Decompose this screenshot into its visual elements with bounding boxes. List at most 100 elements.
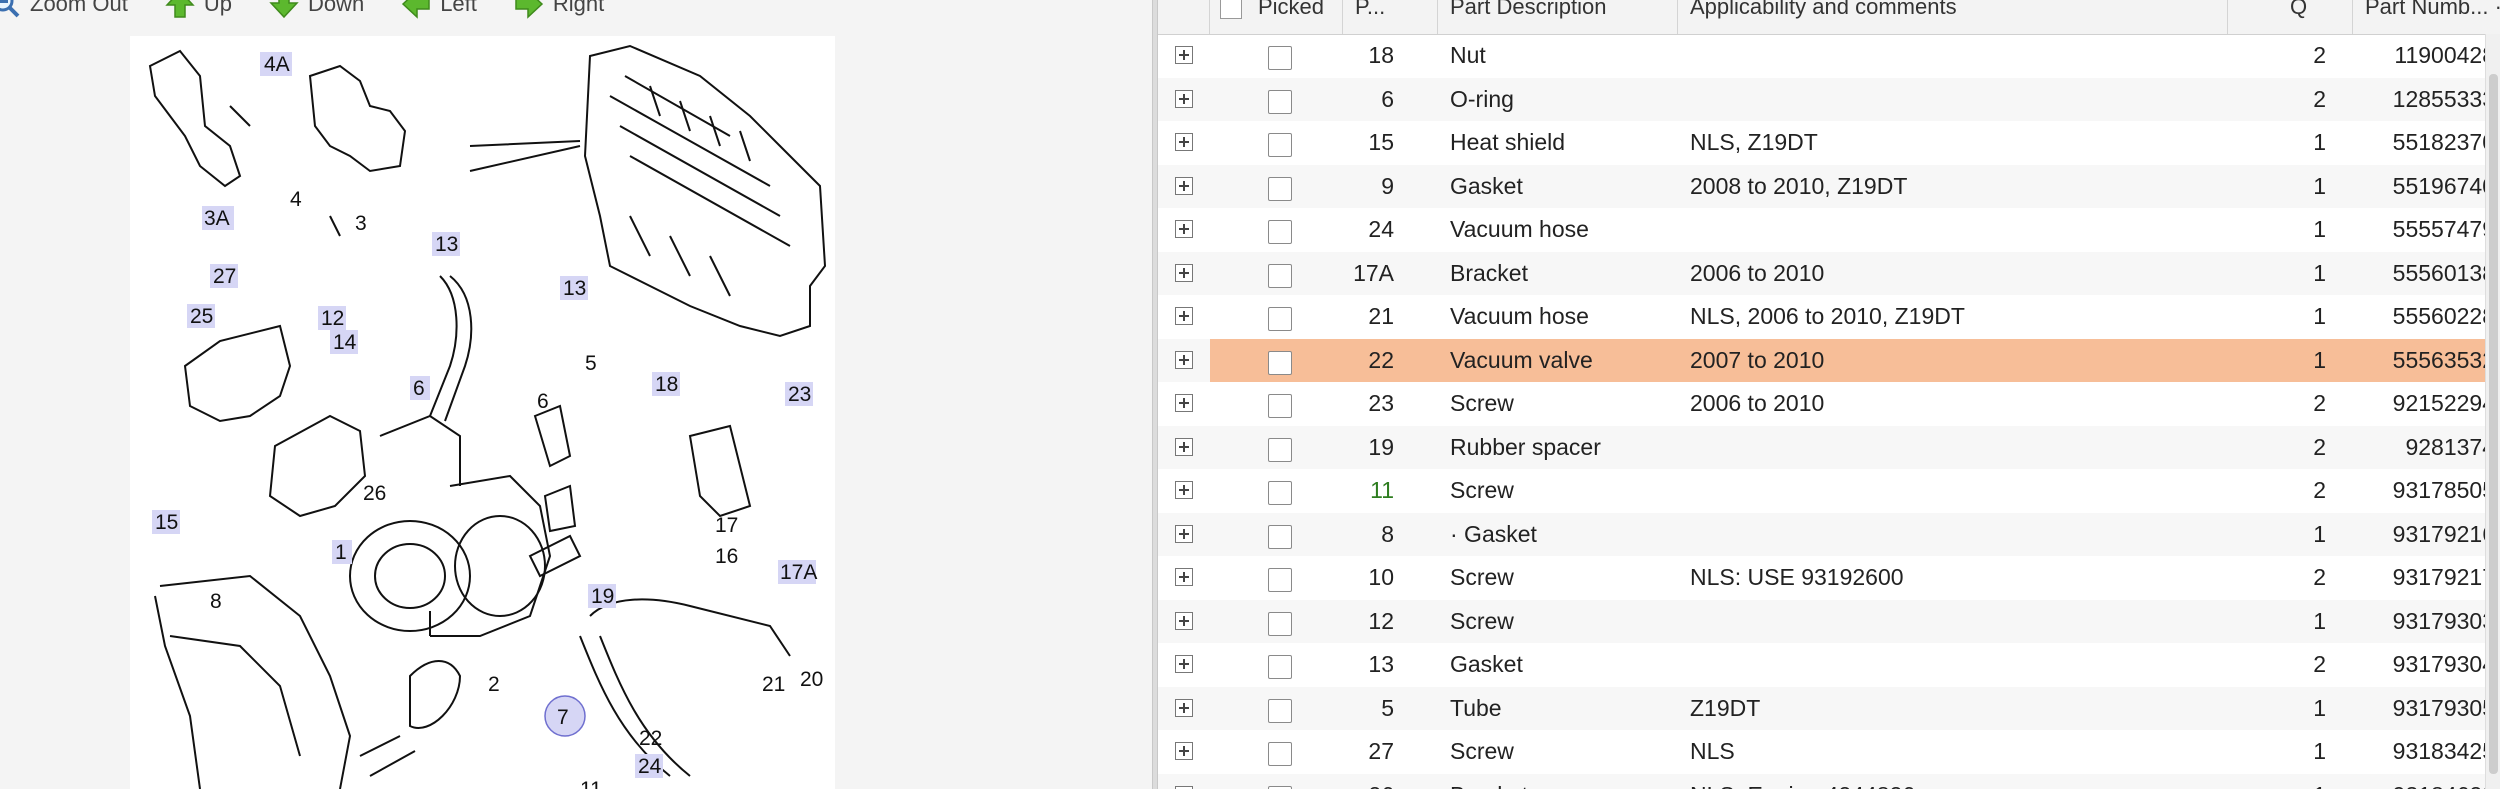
- table-row[interactable]: 18 Nut 2 11900428: [1158, 34, 2500, 78]
- table-row[interactable]: 12 Screw 1 93179303: [1158, 599, 2500, 643]
- table-row[interactable]: 6 O-ring 2 12855333: [1158, 77, 2500, 121]
- applicability-cell: NLS: [1690, 738, 1735, 764]
- part-number-column-header[interactable]: Part Numb... ·: [2353, 0, 2500, 34]
- table-row[interactable]: 9 Gasket 2008 to 2010, Z19DT 1 55196740: [1158, 164, 2500, 208]
- part-number-cell: 9281374: [2405, 433, 2495, 460]
- expand-row-icon[interactable]: [1175, 481, 1193, 499]
- qty-column-header[interactable]: Q: [2228, 0, 2353, 34]
- expand-row-icon[interactable]: [1175, 133, 1193, 151]
- diagram-label: 27: [213, 265, 236, 288]
- qty-cell: 1: [2313, 172, 2326, 199]
- applicability-cell: NLS, 2006 to 2010, Z19DT: [1690, 303, 1965, 329]
- qty-cell: 1: [2313, 694, 2326, 721]
- qty-cell: 2: [2313, 433, 2326, 460]
- table-row[interactable]: 24 Vacuum hose 1 55557479: [1158, 208, 2500, 252]
- description-cell: Heat shield: [1450, 129, 1566, 155]
- applicability-cell: NLS, Engine 4244826: [1690, 774, 1915, 789]
- table-row[interactable]: 23 Screw 2006 to 2010 2 92152294: [1158, 382, 2500, 426]
- part-number-cell: 55182370: [2392, 129, 2495, 155]
- zoom-out-button[interactable]: Zoom Out: [0, 0, 128, 20]
- table-row[interactable]: 11 Screw 2 93178505: [1158, 469, 2500, 513]
- part-number-cell: 93179216: [2392, 520, 2495, 547]
- position-cell: 10: [1368, 564, 1394, 590]
- diagram-label: 6: [537, 390, 549, 413]
- arrow-left-icon: [402, 0, 430, 19]
- expand-row-icon[interactable]: [1175, 568, 1193, 586]
- expand-row-icon[interactable]: [1175, 350, 1193, 369]
- position-column-header[interactable]: P...: [1343, 0, 1438, 34]
- description-cell: Gasket: [1450, 172, 1523, 199]
- expand-row-icon[interactable]: [1175, 176, 1193, 195]
- diagram-label: 13: [563, 277, 586, 300]
- table-row[interactable]: 26 Bracket NLS, Engine 4244826 1 93184629: [1158, 773, 2500, 789]
- expand-row-icon[interactable]: [1175, 46, 1193, 64]
- diagram-label: 11: [580, 778, 602, 789]
- description-cell: Nut: [1450, 42, 1486, 68]
- position-cell: 24: [1368, 216, 1394, 242]
- table-row[interactable]: 17A Bracket 2006 to 2010 1 55560138: [1158, 251, 2500, 295]
- table-row[interactable]: 27 Screw NLS 1 93183425: [1158, 730, 2500, 774]
- position-cell: 15: [1368, 129, 1394, 155]
- picked-column-header[interactable]: Picked: [1210, 0, 1343, 34]
- table-row[interactable]: 8 · Gasket 1 93179216: [1158, 512, 2500, 556]
- arrow-down-icon: [269, 0, 299, 19]
- expand-row-icon[interactable]: [1175, 611, 1193, 630]
- table-row[interactable]: 15 Heat shield NLS, Z19DT 1 55182370: [1158, 121, 2500, 165]
- applicability-cell: NLS, Z19DT: [1690, 129, 1818, 155]
- exploded-parts-diagram[interactable]: 4A 3A 4 3 27 13 13 25 12 14 5 6 6 18 23 …: [130, 36, 835, 789]
- scrollbar-thumb[interactable]: [2489, 74, 2498, 774]
- expand-row-icon[interactable]: [1175, 742, 1193, 760]
- select-all-checkbox[interactable]: [1220, 0, 1242, 19]
- applicability-column-header[interactable]: Applicability and comments: [1678, 0, 2228, 34]
- description-cell: · Gasket: [1450, 520, 1537, 547]
- diagram-label: 16: [715, 545, 738, 568]
- expand-row-icon[interactable]: [1175, 655, 1193, 673]
- table-row[interactable]: 21 Vacuum hose NLS, 2006 to 2010, Z19DT 1 55…: [1158, 295, 2500, 339]
- diagram-label: 25: [190, 305, 213, 328]
- description-cell: O-ring: [1450, 85, 1514, 112]
- diagram-label: 24: [638, 755, 662, 778]
- applicability-cell: 2006 to 2010: [1690, 390, 1825, 416]
- description-cell: Vacuum hose: [1450, 216, 1589, 242]
- table-row[interactable]: 10 Screw NLS: USE 93192600 2 93179217: [1158, 556, 2500, 600]
- expand-row-icon[interactable]: [1175, 524, 1193, 543]
- part-number-cell: 55557479: [2392, 216, 2495, 242]
- table-row[interactable]: 22 Vacuum valve 2007 to 2010 1 55563532: [1158, 338, 2500, 382]
- qty-cell: 2: [2313, 42, 2326, 68]
- expand-row-icon[interactable]: [1175, 263, 1193, 282]
- pan-right-button[interactable]: Right: [513, 0, 604, 20]
- expand-row-icon[interactable]: [1175, 785, 1193, 789]
- position-cell: 17A: [1353, 259, 1394, 286]
- diagram-toolbar: Zoom Out Up Down Left Right: [0, 0, 1152, 22]
- description-cell: Tube: [1450, 694, 1502, 721]
- pan-down-button[interactable]: Down: [268, 0, 364, 20]
- expand-row-icon[interactable]: [1175, 698, 1193, 717]
- description-cell: Vacuum valve: [1450, 346, 1593, 373]
- diagram-label: 18: [655, 373, 678, 396]
- diagram-label: 14: [333, 331, 357, 354]
- part-number-cell: 93184629: [2360, 774, 2495, 789]
- pan-up-button[interactable]: Up: [164, 0, 232, 20]
- qty-cell: 1: [2313, 129, 2326, 155]
- description-column-header[interactable]: Part Description: [1438, 0, 1678, 34]
- table-row[interactable]: 13 Gasket 2 93179304: [1158, 643, 2500, 687]
- qty-cell: 1: [2313, 216, 2326, 242]
- pan-left-button[interactable]: Left: [400, 0, 477, 20]
- expand-row-icon[interactable]: [1175, 89, 1193, 108]
- expand-row-icon[interactable]: [1175, 307, 1193, 325]
- arrow-up-icon: [165, 0, 195, 18]
- qty-cell: 2: [2313, 564, 2326, 590]
- qty-cell: 2: [2313, 477, 2326, 503]
- table-row[interactable]: 5 Tube Z19DT 1 93179305: [1158, 686, 2500, 730]
- vertical-scrollbar[interactable]: [2485, 34, 2500, 789]
- expand-row-icon[interactable]: [1175, 394, 1193, 412]
- diagram-label: 17A: [780, 561, 817, 584]
- expand-row-icon[interactable]: [1175, 437, 1193, 456]
- description-cell: Vacuum hose: [1450, 303, 1589, 329]
- position-cell: 6: [1381, 85, 1394, 112]
- table-row[interactable]: 19 Rubber spacer 2 9281374: [1158, 425, 2500, 469]
- applicability-cell: NLS: USE 93192600: [1690, 564, 1904, 590]
- position-cell: 12: [1368, 607, 1394, 634]
- position-cell: 8: [1381, 520, 1394, 547]
- expand-row-icon[interactable]: [1175, 220, 1193, 238]
